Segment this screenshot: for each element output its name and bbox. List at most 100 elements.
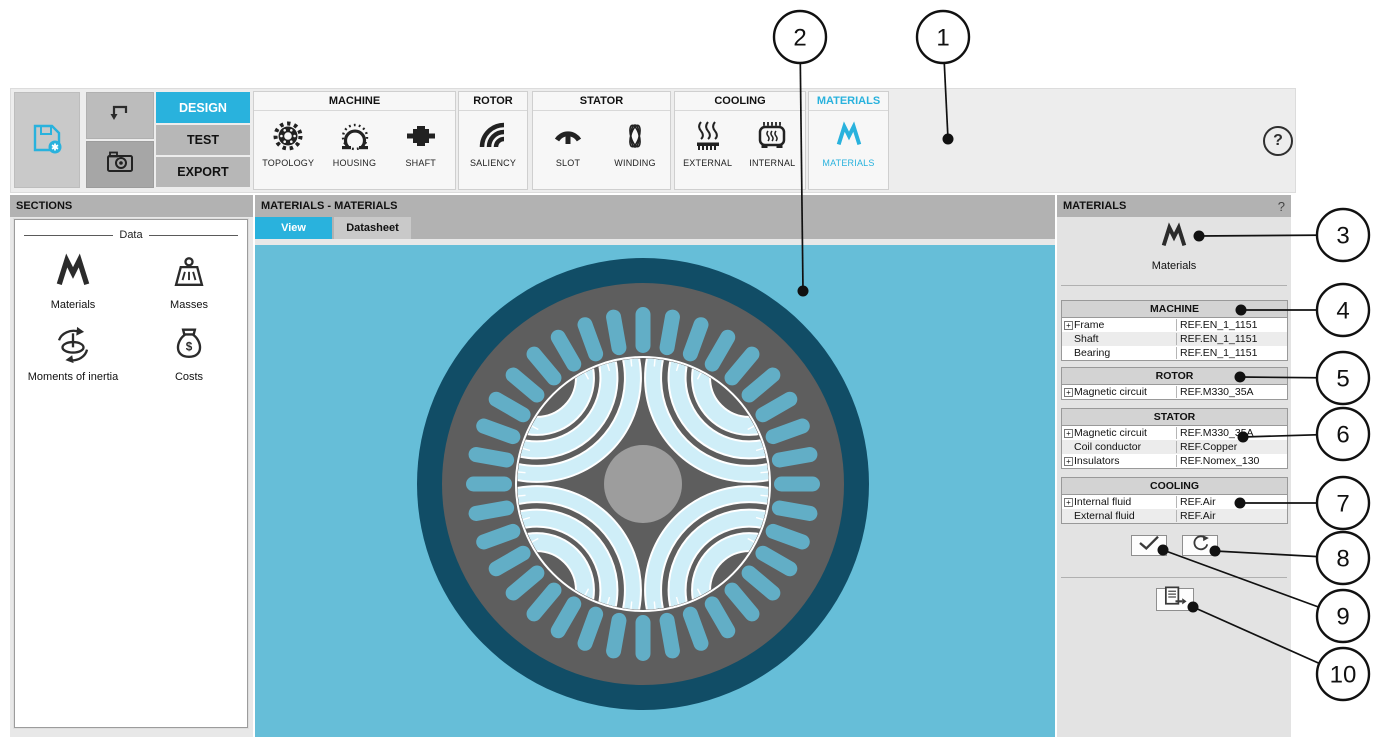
stator-magnetic-circuit-value[interactable]: REF.M330_35A bbox=[1176, 427, 1287, 439]
section-item-moments-of-inertia[interactable]: Moments of inertia bbox=[15, 321, 131, 383]
section-item-masses[interactable]: Masses bbox=[131, 249, 247, 311]
shaft-material-value[interactable]: REF.EN_1_1151 bbox=[1176, 333, 1287, 345]
materials-icon bbox=[834, 118, 864, 154]
coil-conductor-value[interactable]: REF.Copper bbox=[1176, 441, 1287, 453]
svg-text:$: $ bbox=[186, 340, 193, 353]
section-item-costs[interactable]: $ Costs bbox=[131, 321, 247, 383]
stator-materials-table: STATOR Magnetic circuit REF.M330_35A Coi… bbox=[1061, 408, 1288, 469]
table-row-internal-fluid[interactable]: Internal fluid REF.Air bbox=[1062, 495, 1287, 509]
winding-icon bbox=[619, 118, 651, 154]
cooling-external-icon bbox=[691, 118, 725, 154]
group-title-stator: STATOR bbox=[533, 92, 670, 111]
tool-cooling-internal[interactable]: INTERNAL bbox=[740, 118, 804, 168]
tool-shaft-label: SHAFT bbox=[405, 158, 436, 168]
section-item-label: Materials bbox=[51, 299, 96, 311]
external-fluid-value[interactable]: REF.Air bbox=[1176, 510, 1287, 522]
motor-view-canvas[interactable] bbox=[255, 245, 1055, 737]
divider bbox=[1061, 285, 1287, 286]
costs-money-bag-icon: $ bbox=[169, 321, 209, 369]
save-icon bbox=[29, 120, 65, 161]
callout-4-number: 4 bbox=[1336, 298, 1349, 325]
toolbar-group-cooling: COOLING bbox=[674, 91, 806, 190]
tool-saliency-label: SALIENCY bbox=[470, 158, 516, 168]
callout-8 bbox=[1317, 532, 1369, 584]
tool-housing-label: HOUSING bbox=[333, 158, 376, 168]
callout-8-number: 8 bbox=[1336, 546, 1349, 573]
toolbar-group-stator: STATOR SLOT W bbox=[532, 91, 671, 190]
cooling-materials-table: COOLING Internal fluid REF.Air External … bbox=[1061, 477, 1288, 524]
table-row-coil-conductor[interactable]: Coil conductor REF.Copper bbox=[1062, 440, 1287, 454]
tab-test[interactable]: TEST bbox=[156, 125, 250, 155]
callout-3-number: 3 bbox=[1336, 223, 1349, 250]
tool-shaft[interactable]: SHAFT bbox=[389, 118, 453, 168]
panel-help-icon[interactable]: ? bbox=[1278, 199, 1285, 214]
table-row-bearing[interactable]: Bearing REF.EN_1_1151 bbox=[1062, 346, 1287, 360]
table-title-cooling: COOLING bbox=[1062, 478, 1287, 495]
expand-icon[interactable] bbox=[1064, 457, 1073, 466]
tool-slot[interactable]: SLOT bbox=[536, 118, 600, 168]
save-button[interactable] bbox=[14, 92, 80, 188]
tool-winding-label: WINDING bbox=[614, 158, 655, 168]
table-title-stator: STATOR bbox=[1062, 409, 1287, 426]
tab-design[interactable]: DESIGN bbox=[156, 92, 250, 123]
undo-button[interactable] bbox=[86, 92, 154, 139]
expand-icon[interactable] bbox=[1064, 321, 1073, 330]
sections-panel: SECTIONS Data Materials bbox=[10, 195, 253, 737]
section-item-label: Masses bbox=[170, 299, 208, 311]
frame-material-value[interactable]: REF.EN_1_1151 bbox=[1176, 319, 1287, 331]
expand-icon[interactable] bbox=[1064, 498, 1073, 507]
expand-icon[interactable] bbox=[1064, 429, 1073, 438]
rotor-materials-table: ROTOR Magnetic circuit REF.M330_35A bbox=[1061, 367, 1288, 400]
callout-1 bbox=[917, 11, 969, 63]
housing-icon bbox=[338, 118, 372, 154]
tool-winding[interactable]: WINDING bbox=[603, 118, 667, 168]
table-row-external-fluid[interactable]: External fluid REF.Air bbox=[1062, 509, 1287, 523]
restore-button[interactable] bbox=[1182, 535, 1218, 556]
masses-weight-icon bbox=[169, 249, 209, 297]
section-item-materials[interactable]: Materials bbox=[15, 249, 131, 311]
tab-export[interactable]: EXPORT bbox=[156, 157, 250, 187]
tool-housing[interactable]: HOUSING bbox=[323, 118, 387, 168]
internal-fluid-value[interactable]: REF.Air bbox=[1176, 496, 1287, 508]
tab-view[interactable]: View bbox=[255, 217, 332, 239]
help-button[interactable]: ? bbox=[1263, 126, 1293, 156]
callout-9-number: 9 bbox=[1336, 604, 1349, 631]
expand-icon[interactable] bbox=[1064, 388, 1073, 397]
help-question-icon: ? bbox=[1273, 132, 1283, 150]
tool-cooling-external[interactable]: EXTERNAL bbox=[676, 118, 740, 168]
motor-cross-section bbox=[255, 245, 1055, 737]
tab-datasheet[interactable]: Datasheet bbox=[334, 217, 411, 239]
toolbar-group-materials: MATERIALS MATERIALS bbox=[808, 91, 889, 190]
toolbar: DESIGN TEST EXPORT MACHINE TOPOLO bbox=[10, 88, 1296, 193]
group-title-materials: MATERIALS bbox=[809, 92, 888, 111]
export-button[interactable] bbox=[1156, 588, 1194, 611]
tool-saliency[interactable]: SALIENCY bbox=[461, 118, 525, 168]
callout-4 bbox=[1317, 284, 1369, 336]
bearing-material-value[interactable]: REF.EN_1_1151 bbox=[1176, 347, 1287, 359]
main-tabbar: View Datasheet bbox=[255, 217, 1055, 239]
inertia-icon bbox=[52, 321, 94, 369]
sections-body: Data Materials bbox=[14, 219, 248, 728]
materials-properties-panel: MATERIALS ? Materials MACHINE Frame REF.… bbox=[1057, 195, 1291, 737]
cooling-internal-icon bbox=[755, 118, 789, 154]
insulators-value[interactable]: REF.Nomex_130 bbox=[1176, 455, 1287, 467]
camera-icon bbox=[105, 147, 135, 182]
table-row-stator-magnetic-circuit[interactable]: Magnetic circuit REF.M330_35A bbox=[1062, 426, 1287, 440]
callout-2 bbox=[774, 11, 826, 63]
group-title-rotor: ROTOR bbox=[459, 92, 527, 111]
main-panel-title: MATERIALS - MATERIALS bbox=[255, 195, 1055, 217]
tool-topology[interactable]: TOPOLOGY bbox=[256, 118, 320, 168]
tool-slot-label: SLOT bbox=[556, 158, 580, 168]
callout-5-number: 5 bbox=[1336, 366, 1349, 393]
table-row-rotor-magnetic-circuit[interactable]: Magnetic circuit REF.M330_35A bbox=[1062, 385, 1287, 399]
table-row-shaft[interactable]: Shaft REF.EN_1_1151 bbox=[1062, 332, 1287, 346]
table-row-frame[interactable]: Frame REF.EN_1_1151 bbox=[1062, 318, 1287, 332]
callout-2-number: 2 bbox=[793, 25, 806, 52]
camera-button[interactable] bbox=[86, 141, 154, 188]
tool-cooling-internal-label: INTERNAL bbox=[749, 158, 795, 168]
apply-button[interactable] bbox=[1131, 535, 1167, 556]
rotor-magnetic-circuit-value[interactable]: REF.M330_35A bbox=[1176, 386, 1287, 398]
table-row-insulators[interactable]: Insulators REF.Nomex_130 bbox=[1062, 454, 1287, 468]
main-panel: MATERIALS - MATERIALS View Datasheet bbox=[255, 195, 1055, 737]
tool-materials[interactable]: MATERIALS bbox=[817, 118, 881, 168]
